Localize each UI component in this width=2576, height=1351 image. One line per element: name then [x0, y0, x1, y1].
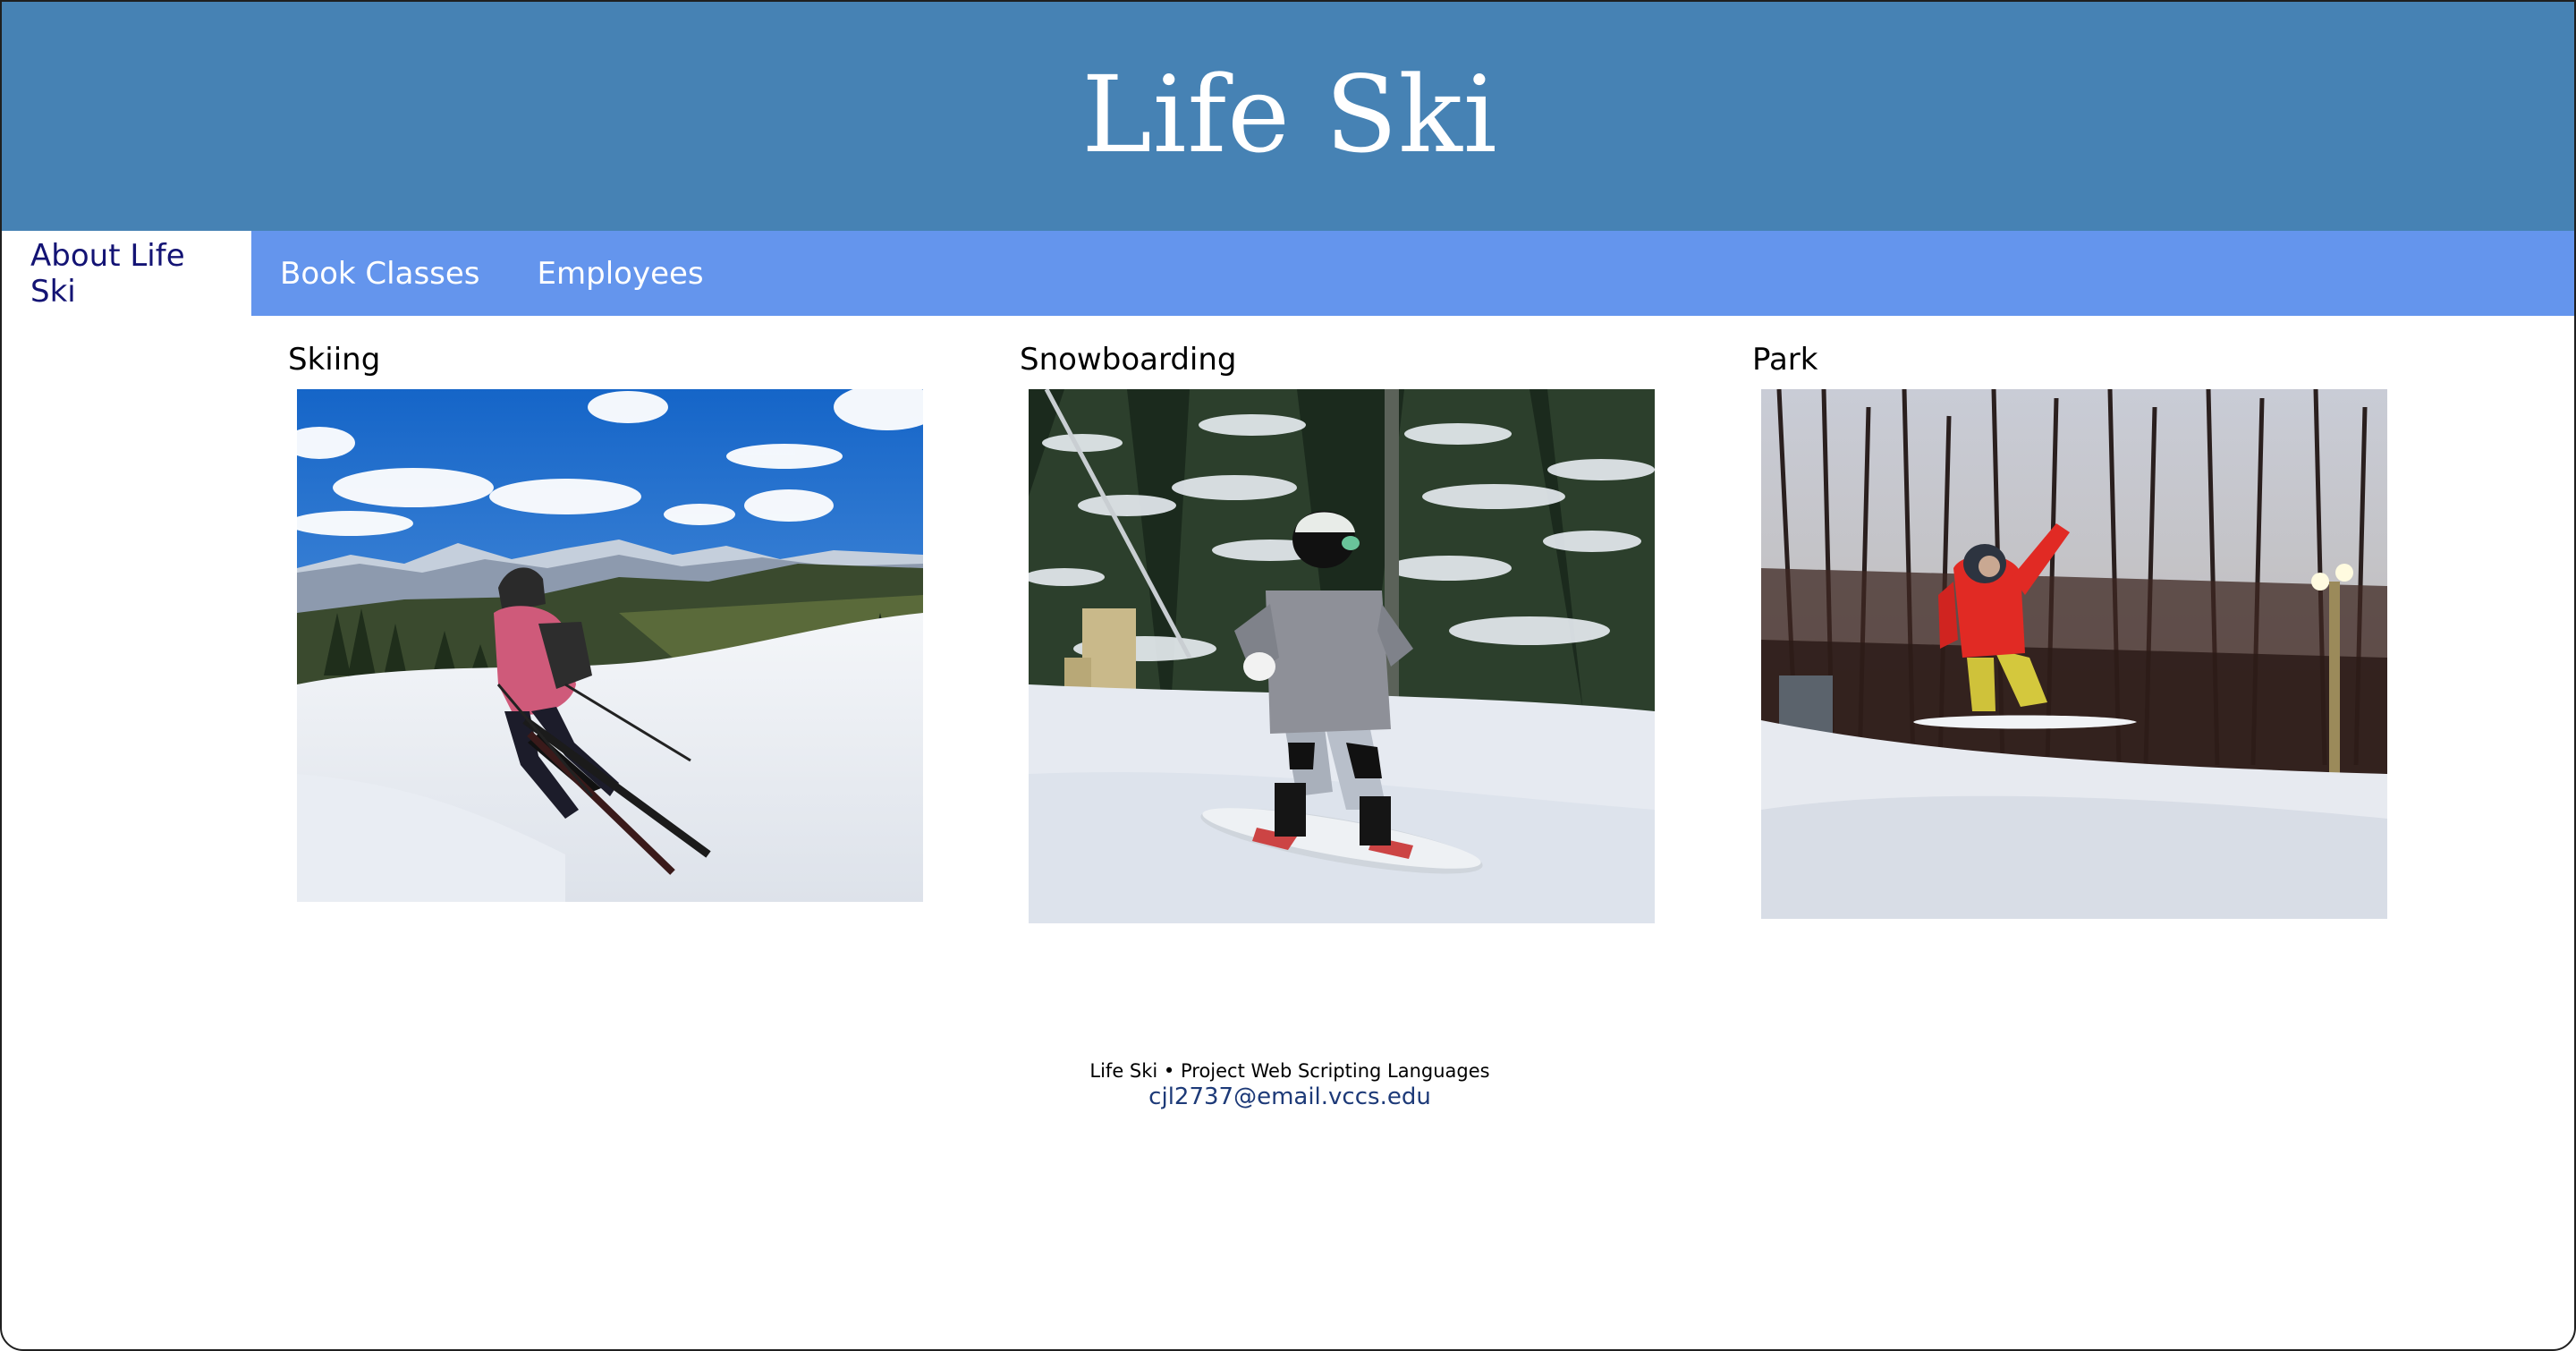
site-title: Life Ski [1081, 53, 1498, 176]
nav-item-about[interactable]: About Life Ski [2, 231, 251, 316]
skier-photo-art [297, 389, 923, 902]
snowboarder-in-forest-photo [1029, 389, 1655, 923]
snowboarder-photo-art [1029, 389, 1655, 923]
skier-on-slope-photo [297, 389, 923, 902]
card-title: Park [1752, 342, 1818, 378]
site-header: Life Ski [2, 2, 2574, 231]
site-footer: Life Ski • Project Web Scripting Languag… [2, 1058, 2574, 1110]
nav-item-employees[interactable]: Employees [509, 231, 733, 316]
snowboard-jump-photo [1761, 389, 2387, 919]
main-nav: About Life Ski Book Classes Employees [2, 231, 2574, 316]
nav-item-book-classes[interactable]: Book Classes [251, 231, 509, 316]
park-photo-art [1761, 389, 2387, 919]
footer-credit: Life Ski • Project Web Scripting Languag… [1089, 1060, 1490, 1082]
card-title: Skiing [288, 342, 381, 378]
card-title: Snowboarding [1020, 342, 1237, 378]
page: Life Ski About Life Ski Book Classes Emp… [0, 0, 2576, 1351]
footer-email-link[interactable]: cjl2737@email.vccs.edu [1148, 1083, 1431, 1110]
